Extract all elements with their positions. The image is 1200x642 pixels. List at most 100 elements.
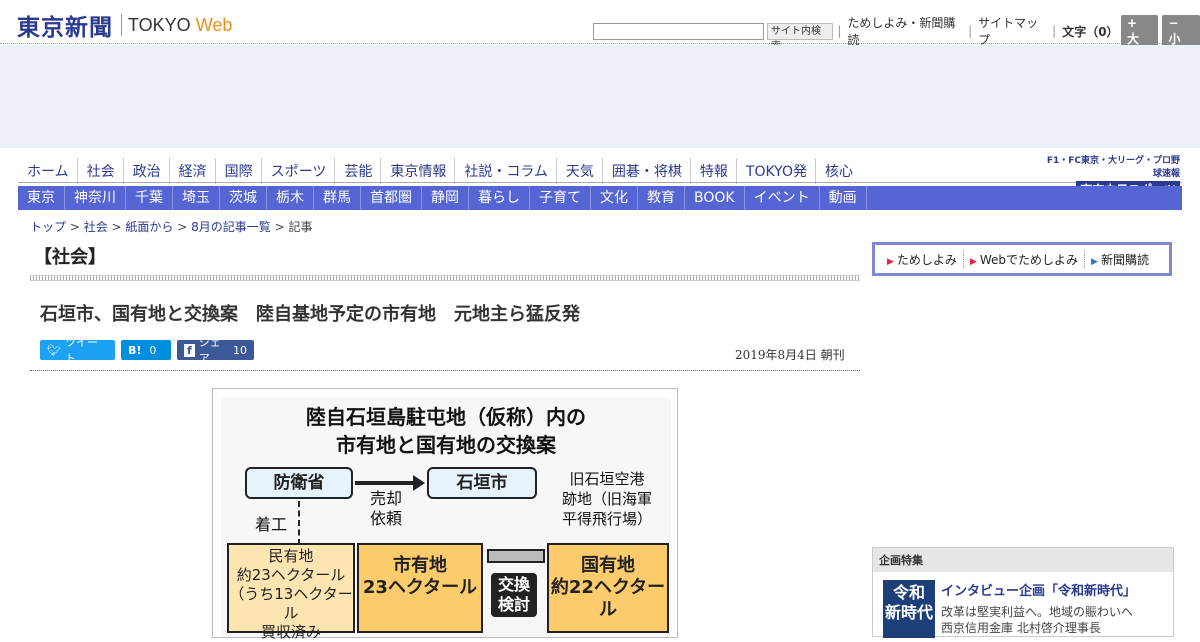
breadcrumb-top[interactable]: トップ — [30, 220, 66, 234]
subnav-item[interactable]: 静岡 — [422, 186, 469, 210]
arrow-line — [355, 481, 415, 485]
article-figure: 陸自石垣島駐屯地（仮称）内の 市有地と国有地の交換案 防衛省 石垣市 売却 依頼… — [212, 388, 678, 641]
triangle-icon: ▶ — [1091, 256, 1098, 267]
share-buttons: 🐦︎ ツイート B! 0 f シェア 10 — [40, 336, 260, 365]
nav-item-economy[interactable]: 経済 — [168, 158, 215, 184]
subnav-item[interactable]: 子育て — [530, 186, 591, 210]
article-divider — [30, 370, 860, 371]
subnav-item[interactable]: 首都圏 — [361, 186, 422, 210]
divider: | — [1052, 24, 1057, 38]
subnav-item[interactable]: 文化 — [591, 186, 638, 210]
nav-item-entertainment[interactable]: 芸能 — [334, 158, 380, 184]
breadcrumb-current: 記事 — [288, 220, 313, 234]
site-logo[interactable]: 東京新聞 TOKYO Web — [17, 8, 232, 42]
subnav-item[interactable]: イベント — [745, 186, 820, 210]
subnav-item[interactable]: 茨城 — [220, 186, 267, 210]
figure-title-line1: 陸自石垣島駐屯地（仮称）内の — [306, 405, 586, 429]
trial-subscribe-link[interactable]: ためしよみ・新聞購読 — [847, 14, 964, 48]
section-label: 【社会】 — [34, 247, 106, 268]
nav-item-go-shogi[interactable]: 囲碁・将棋 — [601, 158, 690, 184]
breadcrumb: トップ > 社会 > 紙面から > 8月の記事一覧 > 記事 — [30, 220, 313, 234]
nav-item-weather[interactable]: 天気 — [555, 158, 602, 184]
subnav-item[interactable]: BOOK — [685, 186, 745, 210]
site-search-button[interactable]: サイト内検索 — [767, 22, 834, 52]
facebook-icon: f — [184, 343, 195, 357]
logo-japanese: 東京新聞 — [17, 14, 113, 41]
nav-item-tokyo-info[interactable]: 東京情報 — [380, 158, 454, 184]
construction-label: 着工 — [254, 515, 287, 534]
nav-item-tokyo-hatsu[interactable]: TOKYO発 — [735, 158, 815, 184]
subscription-banner: ▶ ためしよみ ▶ Webでためしよみ ▶ 新聞購読 — [872, 242, 1172, 276]
logo-tokyo: TOKYO — [128, 14, 191, 35]
twitter-bird-icon: 🐦︎ — [47, 343, 61, 357]
utility-bar: サイト内検索 | ためしよみ・新聞購読 | サイトマップ | 文字（0） + 大… — [593, 14, 1200, 52]
nav-divider — [18, 182, 1182, 183]
nav-item-kakushin[interactable]: 核心 — [814, 158, 861, 184]
city-land-block: 市有地 23ヘクタール — [357, 543, 483, 633]
subscribe-label: 新聞購読 — [1100, 252, 1149, 267]
special-feature-text: 改革は堅実利益へ。地域の賑わいへ 西京信用金庫 北村啓介理事長 — [941, 605, 1134, 635]
subnav-item[interactable]: 千葉 — [126, 186, 173, 210]
nav-item-society[interactable]: 社会 — [76, 158, 123, 184]
web-trial-link[interactable]: ▶ Webでためしよみ — [962, 250, 1084, 268]
divider: | — [837, 24, 842, 38]
main-nav: ホーム 社会 政治 経済 国際 スポーツ 芸能 東京情報 社説・コラム 天気 囲… — [18, 158, 861, 184]
tweet-button[interactable]: 🐦︎ ツイート — [40, 336, 115, 365]
subscribe-link[interactable]: ▶ 新聞購読 — [1084, 250, 1155, 268]
triangle-icon: ▶ — [969, 256, 977, 267]
site-header: 東京新聞 TOKYO Web サイト内検索 | ためしよみ・新聞購読 | サイト… — [0, 0, 1200, 52]
hatena-count: 0 — [149, 343, 157, 357]
figure-title-line2: 市有地と国有地の交換案 — [336, 433, 556, 457]
exchange-arrow-icon — [487, 549, 545, 563]
nav-item-special-report[interactable]: 特報 — [689, 158, 736, 184]
tweet-label: ツイート — [64, 336, 98, 365]
subnav-item[interactable]: 東京 — [18, 186, 65, 210]
sale-request-label: 売却 依頼 — [369, 489, 402, 528]
text-size-down-button[interactable]: − 小 — [1162, 14, 1200, 48]
sub-nav: 東京 神奈川 千葉 埼玉 茨城 栃木 群馬 首都圏 静岡 暮らし 子育て 文化 … — [18, 186, 1182, 210]
subnav-item[interactable]: 教育 — [638, 186, 685, 210]
nav-item-international[interactable]: 国際 — [214, 158, 261, 184]
land-exchange-diagram: 陸自石垣島駐屯地（仮称）内の 市有地と国有地の交換案 防衛省 石垣市 売却 依頼… — [221, 397, 671, 641]
figure-title: 陸自石垣島駐屯地（仮称）内の 市有地と国有地の交換案 — [221, 403, 671, 459]
hatena-bookmark-button[interactable]: B! 0 — [121, 340, 171, 360]
nav-item-editorial[interactable]: 社説・コラム — [454, 158, 556, 184]
divider: | — [968, 24, 973, 38]
breadcrumb-august[interactable]: 8月の記事一覧 — [191, 220, 271, 234]
subnav-item[interactable]: 栃木 — [267, 186, 314, 210]
facebook-count: 10 — [233, 343, 247, 357]
subnav-item[interactable]: 暮らし — [469, 186, 530, 210]
arrow-head — [413, 475, 425, 491]
trial-read-link[interactable]: ▶ ためしよみ — [881, 251, 963, 268]
subnav-item[interactable]: 神奈川 — [65, 186, 126, 210]
old-airport-label: 旧石垣空港 跡地（旧海軍 平得飛行場） — [561, 470, 652, 528]
chunichi-sports-tagline: F1・FC東京・大リーグ・プロ野球速報 — [1046, 156, 1180, 179]
sitemap-link[interactable]: サイトマップ — [978, 14, 1048, 48]
special-feature-heading: 企画特集 — [873, 548, 1173, 572]
facebook-share-button[interactable]: f シェア 10 — [177, 336, 254, 365]
web-trial-label: Webでためしよみ — [979, 252, 1079, 267]
article-date: 2019年8月4日 朝刊 — [735, 348, 845, 362]
facebook-share-label: シェア — [198, 336, 221, 365]
logo-divider — [121, 14, 122, 36]
private-land-block: 民有地 約23ヘクタール （うち13ヘクタール 買収済み — [227, 543, 355, 641]
site-search-input[interactable] — [593, 22, 764, 40]
reiwa-thumbnail[interactable]: 令和 新時代 — [883, 580, 935, 638]
nav-item-politics[interactable]: 政治 — [122, 158, 169, 184]
breadcrumb-society[interactable]: 社会 — [84, 220, 108, 234]
breadcrumb-print[interactable]: 紙面から — [125, 220, 173, 234]
subnav-item[interactable]: 埼玉 — [173, 186, 220, 210]
hatena-icon: B! — [128, 343, 142, 357]
nav-item-sports[interactable]: スポーツ — [260, 158, 335, 184]
section-divider — [30, 275, 860, 281]
dashed-line — [298, 501, 300, 545]
ad-banner-area — [0, 45, 1200, 148]
special-feature-title-link[interactable]: インタビュー企画「令和新時代」 — [941, 580, 1136, 599]
special-feature-box: 企画特集 令和 新時代 インタビュー企画「令和新時代」 改革は堅実利益へ。地域の… — [872, 547, 1174, 638]
ministry-of-defense-box: 防衛省 — [245, 467, 353, 499]
subnav-item[interactable]: 動画 — [820, 186, 867, 210]
national-land-block: 国有地 約22ヘクタール — [547, 543, 669, 633]
subnav-item[interactable]: 群馬 — [314, 186, 361, 210]
nav-item-home[interactable]: ホーム — [18, 158, 77, 184]
text-size-up-button[interactable]: + 大 — [1120, 14, 1159, 48]
